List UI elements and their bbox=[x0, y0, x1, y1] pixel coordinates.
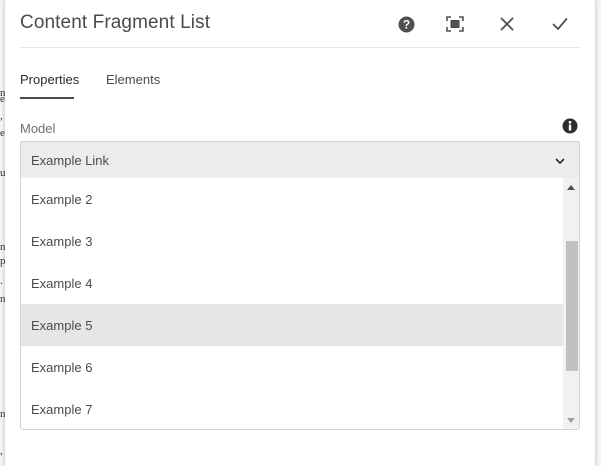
tab-properties[interactable]: Properties bbox=[20, 72, 79, 87]
help-icon: ? bbox=[398, 16, 414, 32]
done-button[interactable] bbox=[548, 12, 572, 36]
list-scrollbar[interactable] bbox=[563, 178, 579, 429]
background-page-edge-right bbox=[595, 0, 601, 466]
dialog-header: Content Fragment List ? bbox=[20, 0, 580, 48]
model-field-label: Model bbox=[20, 121, 56, 136]
option-example-2[interactable]: Example 2 bbox=[21, 178, 563, 220]
option-example-7[interactable]: Example 7 bbox=[21, 388, 563, 429]
dialog-title: Content Fragment List bbox=[20, 12, 211, 33]
model-select-value: Example Link bbox=[31, 153, 110, 168]
fullscreen-button[interactable] bbox=[443, 12, 467, 36]
option-example-4[interactable]: Example 4 bbox=[21, 262, 563, 304]
scroll-down-arrow-icon bbox=[567, 417, 575, 423]
scroll-up-button[interactable] bbox=[563, 178, 579, 196]
done-icon bbox=[552, 18, 568, 30]
chevron-down-icon bbox=[555, 158, 565, 164]
model-options-list: Example 2 Example 3 Example 4 Example 5 … bbox=[20, 178, 580, 430]
tab-list: Properties Elements bbox=[20, 62, 580, 99]
fullscreen-icon bbox=[446, 16, 464, 32]
scroll-down-button[interactable] bbox=[563, 411, 579, 429]
scrollbar-thumb[interactable] bbox=[566, 241, 578, 371]
model-select[interactable]: Example Link bbox=[20, 141, 580, 180]
svg-text:?: ? bbox=[402, 17, 409, 31]
tab-elements[interactable]: Elements bbox=[106, 72, 160, 87]
option-example-3[interactable]: Example 3 bbox=[21, 220, 563, 262]
active-tab-indicator bbox=[20, 97, 74, 99]
scrollbar-track[interactable] bbox=[565, 196, 578, 411]
option-example-6[interactable]: Example 6 bbox=[21, 346, 563, 388]
close-icon bbox=[500, 17, 514, 31]
option-example-5[interactable]: Example 5 bbox=[21, 304, 563, 346]
scroll-up-arrow-icon bbox=[567, 184, 575, 190]
info-icon[interactable] bbox=[562, 118, 578, 134]
help-button[interactable]: ? bbox=[394, 12, 418, 36]
close-button[interactable] bbox=[495, 12, 519, 36]
content-fragment-list-dialog: Content Fragment List ? Properties Eleme… bbox=[5, 0, 595, 466]
